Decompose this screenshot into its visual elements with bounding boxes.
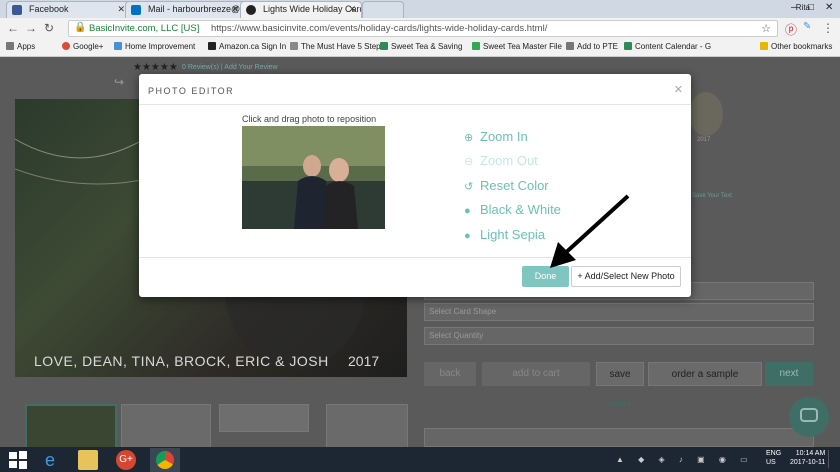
card-shape-select[interactable]: Select Card Shape (424, 303, 814, 321)
reset-color-option[interactable]: ↺ Reset Color (464, 178, 549, 193)
show-desktop-button[interactable] (828, 450, 839, 468)
menu-icon[interactable]: ⋮ (822, 21, 834, 35)
home-icon (114, 42, 122, 50)
thumbnail-envelope[interactable] (219, 404, 309, 432)
photo-crop-preview[interactable] (242, 126, 385, 229)
url-text: https://www.basicinvite.com/events/holid… (211, 23, 548, 34)
page-icon (566, 42, 574, 50)
next-button[interactable]: next (765, 362, 813, 386)
chat-button[interactable] (789, 397, 829, 437)
pointer-arrow-icon (550, 194, 630, 268)
drop-icon: ● (464, 230, 471, 242)
bookmark-google-plus[interactable]: Google+ (62, 42, 103, 51)
windows-start-icon[interactable] (8, 450, 28, 470)
back-button[interactable]: back (424, 362, 476, 386)
chrome-taskbar-button[interactable] (150, 448, 180, 472)
outlook-icon (131, 5, 141, 15)
reset-icon: ↺ (464, 181, 474, 193)
photo-caption: LOVE, DEAN, TINA, BROCK, ERIC & JOSH (34, 353, 329, 369)
sheet-icon (624, 42, 632, 50)
tab-facebook[interactable]: Facebook ✕ (6, 1, 131, 18)
internet-explorer-icon[interactable]: e (40, 450, 60, 470)
drop-icon: ● (464, 205, 471, 217)
bookmark-sweet-tea-master[interactable]: Sweet Tea Master File (472, 42, 562, 51)
pinterest-icon[interactable]: ⓟ (785, 21, 797, 38)
google-plus-icon[interactable]: G+ (116, 450, 136, 470)
bookmark-content-calendar[interactable]: Content Calendar - G (624, 42, 711, 51)
reviews-link[interactable]: 0 Review(s) | Add Your Review (182, 64, 278, 71)
tab-strip: Facebook ✕ Mail - harbourbreeze@h ✕ Ligh… (0, 0, 840, 18)
couple-photo-icon (242, 126, 385, 229)
photo-year: 2017 (348, 353, 380, 369)
thumbnail-back[interactable] (121, 404, 211, 447)
text-field[interactable] (424, 428, 814, 447)
clock[interactable]: 10:14 AM 2017-10-11 (790, 449, 825, 467)
tab-mail[interactable]: Mail - harbourbreeze@h ✕ (125, 1, 245, 18)
zoom-in-icon: ⊕ (464, 132, 474, 144)
add-to-cart-button[interactable]: add to cart (482, 362, 590, 386)
system-tray-icons[interactable]: ▲ ◆ ◈ ♪ ▣ ◉ ▭ (616, 455, 756, 465)
bookmark-add-to-pte[interactable]: Add to PTE (566, 42, 618, 51)
bookmark-sweet-tea-saving[interactable]: Sweet Tea & Saving (380, 42, 462, 51)
zoom-in-option[interactable]: ⊕ Zoom In (464, 129, 528, 144)
forward-arrow-icon[interactable]: → (25, 21, 37, 35)
undo-button[interactable]: ↶ undo ▾ (602, 400, 631, 408)
close-tab-icon[interactable]: ✕ (231, 4, 239, 15)
save-button[interactable]: save (596, 362, 644, 386)
sheet-icon (380, 42, 388, 50)
folder-icon (760, 42, 768, 50)
close-icon[interactable]: ✕ (674, 83, 683, 96)
tab-label: Lights Wide Holiday Card (263, 4, 362, 14)
apps-icon (6, 42, 14, 50)
reload-icon[interactable]: ↻ (44, 21, 54, 35)
extension-icon[interactable]: ✎ (803, 21, 811, 32)
zoom-out-icon: ⊖ (464, 156, 474, 168)
close-tab-icon[interactable]: ✕ (117, 4, 125, 15)
site-identity: BasicInvite.com, LLC [US] (89, 23, 200, 34)
bookmark-must-have[interactable]: The Must Have 5 Step (290, 42, 381, 51)
amazon-icon (208, 42, 216, 50)
address-bar[interactable]: 🔒 BasicInvite.com, LLC [US] https://www.… (68, 20, 778, 37)
close-window-icon[interactable]: ✕ (825, 2, 833, 13)
lock-icon: 🔒 (74, 22, 87, 33)
bookmark-amazon[interactable]: Amazon.ca Sign In (208, 42, 286, 51)
modal-title: PHOTO EDITOR (148, 86, 235, 96)
basicinvite-icon (246, 5, 256, 15)
ornament-swatch[interactable] (689, 92, 723, 136)
ornament-year: 2017 (697, 137, 711, 143)
order-sample-button[interactable]: order a sample (648, 362, 762, 386)
file-explorer-icon[interactable] (78, 450, 98, 470)
bookmark-other[interactable]: Other bookmarks (760, 42, 832, 51)
close-tab-icon[interactable]: ✕ (348, 4, 356, 15)
zoom-out-option[interactable]: ⊖ Zoom Out (464, 153, 538, 168)
minimize-icon[interactable]: – (791, 2, 797, 13)
language-indicator[interactable]: ENG US (766, 449, 781, 467)
rating-stars: ★★★★★ (133, 62, 178, 73)
chrome-icon (156, 451, 174, 469)
bookmarks-bar: Apps Google+ Home Improvement Amazon.ca … (0, 40, 840, 57)
bookmark-apps[interactable]: Apps (6, 42, 35, 51)
light-sepia-option[interactable]: ● Light Sepia (464, 227, 545, 242)
google-plus-icon (62, 42, 70, 50)
save-text-link[interactable]: Save Your Text (692, 193, 732, 199)
tab-label: Mail - harbourbreeze@h (148, 4, 245, 14)
thumbnail-front[interactable] (25, 404, 117, 447)
tab-basicinvite[interactable]: Lights Wide Holiday Card ✕ (240, 1, 362, 18)
maximize-icon[interactable]: □ (808, 2, 814, 13)
tab-label: Facebook (29, 4, 69, 14)
chat-icon (800, 408, 818, 422)
facebook-icon (12, 5, 22, 15)
back-arrow-icon[interactable]: ← (7, 21, 19, 35)
drive-icon (472, 42, 480, 50)
divider (139, 104, 691, 105)
page-icon (290, 42, 298, 50)
share-icon[interactable]: ↪ (114, 75, 124, 89)
drag-hint: Click and drag photo to reposition (242, 114, 377, 124)
new-tab-button[interactable] (362, 1, 404, 18)
star-icon[interactable]: ☆ (761, 22, 771, 35)
bookmark-home-improvement[interactable]: Home Improvement (114, 42, 195, 51)
quantity-select[interactable]: Select Quantity (424, 327, 814, 345)
thumbnail-other[interactable] (326, 404, 408, 447)
